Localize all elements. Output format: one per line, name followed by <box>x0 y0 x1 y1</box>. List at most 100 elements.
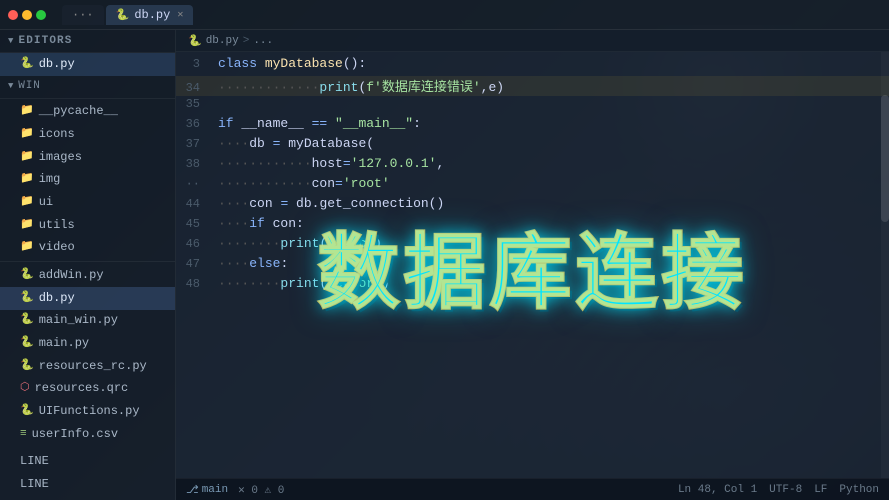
sidebar-file-userinfo[interactable]: ≡ userInfo.csv <box>0 423 175 446</box>
python-icon: 🐍 <box>20 312 34 330</box>
line-num-44: 44 <box>176 197 214 211</box>
python-tab-icon: 🐍 <box>116 8 130 22</box>
line-num-48: 48 <box>176 277 214 291</box>
code-line-37: 37 ····db = myDatabase( <box>176 136 889 156</box>
sidebar-file-mainwin[interactable]: 🐍 main_win.py <box>0 310 175 333</box>
code-line-36: 36 if __name__ == "__main__": <box>176 116 889 136</box>
code-line-con: ·· ············con='root' <box>176 176 889 196</box>
bottom-line-2-label: LINE <box>20 475 49 494</box>
editor-scrollbar[interactable] <box>881 52 889 478</box>
line-content-con: ············con='root' <box>214 176 390 191</box>
folder-icons-label: icons <box>39 125 75 144</box>
folder-pycache-label: __pycache__ <box>39 102 118 121</box>
code-line-44: 44 ····con = db.get_connection() <box>176 196 889 216</box>
main-content: ▼ EDITORS 🐍 db.py ▼ WIN 📁 __pycache__ 📁 <box>0 30 889 500</box>
line-num-36: 36 <box>176 117 214 131</box>
file-resources-rc-label: resources_rc.py <box>39 357 147 376</box>
line-num-35: 35 <box>176 97 214 111</box>
line-content-34: ·············print(f'数据库连接错误',e) <box>214 76 504 95</box>
python-icon: 🐍 <box>20 358 34 376</box>
line-num-37: 37 <box>176 137 214 151</box>
line-num-47: 47 <box>176 257 214 271</box>
sidebar-folder-icons[interactable]: 📁 icons <box>0 123 175 146</box>
tab-bar: ··· 🐍 db.py ✕ <box>62 5 881 25</box>
python-file-icon: 🐍 <box>20 56 34 74</box>
git-branch[interactable]: ⎇ main <box>186 483 228 497</box>
status-bar: ⎇ main ✕ 0 ⚠ 0 Ln 48, Col 1 UTF-8 LF Pyt… <box>176 478 889 500</box>
sidebar-editor-filename: db.py <box>39 55 75 74</box>
chevron-win-icon: ▼ <box>8 81 14 91</box>
tab-dots-label: ··· <box>72 8 94 22</box>
line-content-37: ····db = myDatabase( <box>214 136 374 151</box>
status-left: ⎇ main ✕ 0 ⚠ 0 <box>186 483 284 497</box>
sidebar-file-uifunctions[interactable]: 🐍 UIFunctions.py <box>0 400 175 423</box>
folder-ui-label: ui <box>39 193 53 212</box>
sidebar-separator-2 <box>0 261 175 262</box>
folder-icon: 📁 <box>20 194 34 212</box>
errors-count[interactable]: ✕ 0 ⚠ 0 <box>238 483 284 497</box>
sidebar-file-resources-rc[interactable]: 🐍 resources_rc.py <box>0 355 175 378</box>
editors-label: EDITORS <box>19 35 73 47</box>
file-userinfo-label: userInfo.csv <box>32 425 118 444</box>
sidebar-folder-pycache[interactable]: 📁 __pycache__ <box>0 101 175 124</box>
folder-images-label: images <box>39 148 82 167</box>
sidebar-folder-images[interactable]: 📁 images <box>0 146 175 169</box>
code-line-3: 3 class myDatabase(): <box>176 56 889 76</box>
code-line-38: 38 ············host='127.0.0.1', <box>176 156 889 176</box>
close-button[interactable] <box>8 10 18 20</box>
line-content-45: ····if con: <box>214 216 304 231</box>
python-icon: 🐍 <box>20 335 34 353</box>
sidebar-folder-img[interactable]: 📁 img <box>0 169 175 192</box>
breadcrumb-filename: db.py <box>206 35 239 47</box>
sidebar-folder-video[interactable]: 📁 video <box>0 237 175 260</box>
code-editor[interactable]: 3 class myDatabase(): 34 ·············pr… <box>176 52 889 478</box>
folder-icon: 📁 <box>20 103 34 121</box>
sidebar-file-addwin[interactable]: 🐍 addWin.py <box>0 264 175 287</box>
line-num-38: 38 <box>176 157 214 171</box>
git-branch-label: main <box>202 484 228 496</box>
folder-img-label: img <box>39 170 61 189</box>
editors-section-header[interactable]: ▼ EDITORS <box>0 30 175 53</box>
title-bar: ··· 🐍 db.py ✕ <box>0 0 889 30</box>
tab-db-py[interactable]: 🐍 db.py ✕ <box>106 5 194 25</box>
line-content-46: ········print('succ') <box>214 236 382 251</box>
line-num-con: ·· <box>176 177 214 191</box>
line-num-45: 45 <box>176 217 214 231</box>
git-branch-icon: ⎇ <box>186 483 199 497</box>
encoding-indicator[interactable]: UTF-8 <box>769 484 802 496</box>
status-right: Ln 48, Col 1 UTF-8 LF Python <box>678 484 879 496</box>
sidebar-item-db-py-editor[interactable]: 🐍 db.py <box>0 53 175 76</box>
bottom-line-1-label: LINE <box>20 452 49 471</box>
tab-close-icon[interactable]: ✕ <box>177 9 183 21</box>
sidebar-folder-utils[interactable]: 📁 utils <box>0 214 175 237</box>
sidebar-file-main[interactable]: 🐍 main.py <box>0 332 175 355</box>
line-num-34: 34 <box>176 81 214 95</box>
tab-dots[interactable]: ··· <box>62 5 104 25</box>
win-section-header[interactable]: ▼ WIN <box>0 76 175 96</box>
app-container: ··· 🐍 db.py ✕ ▼ EDITORS 🐍 db.py <box>0 0 889 500</box>
breadcrumb: 🐍 db.py > ... <box>176 30 889 52</box>
code-line-47: 47 ····else: <box>176 256 889 276</box>
breadcrumb-symbol: ... <box>253 35 273 47</box>
warnings-num: 0 <box>278 485 285 497</box>
code-line-46: 46 ········print('succ') <box>176 236 889 256</box>
maximize-button[interactable] <box>36 10 46 20</box>
csv-icon: ≡ <box>20 426 27 444</box>
ln-col-indicator[interactable]: Ln 48, Col 1 <box>678 484 757 496</box>
sidebar: ▼ EDITORS 🐍 db.py ▼ WIN 📁 __pycache__ 📁 <box>0 30 176 500</box>
folder-utils-label: utils <box>39 216 75 235</box>
folder-icon: 📁 <box>20 149 34 167</box>
minimize-button[interactable] <box>22 10 32 20</box>
warning-icon: ⚠ <box>265 485 272 497</box>
code-line-45: 45 ····if con: <box>176 216 889 236</box>
file-mainwin-label: main_win.py <box>39 311 118 330</box>
python-icon: 🐍 <box>20 267 34 285</box>
editor-area: 🐍 db.py > ... 3 class myDatabase(): 34 <box>176 30 889 500</box>
folder-video-label: video <box>39 238 75 257</box>
error-icon: ✕ <box>238 485 245 497</box>
line-ending-indicator[interactable]: LF <box>814 484 827 496</box>
language-indicator[interactable]: Python <box>839 484 879 496</box>
sidebar-file-dbpy[interactable]: 🐍 db.py <box>0 287 175 310</box>
sidebar-folder-ui[interactable]: 📁 ui <box>0 191 175 214</box>
sidebar-file-resources-qrc[interactable]: ⬡ resources.qrc <box>0 378 175 401</box>
